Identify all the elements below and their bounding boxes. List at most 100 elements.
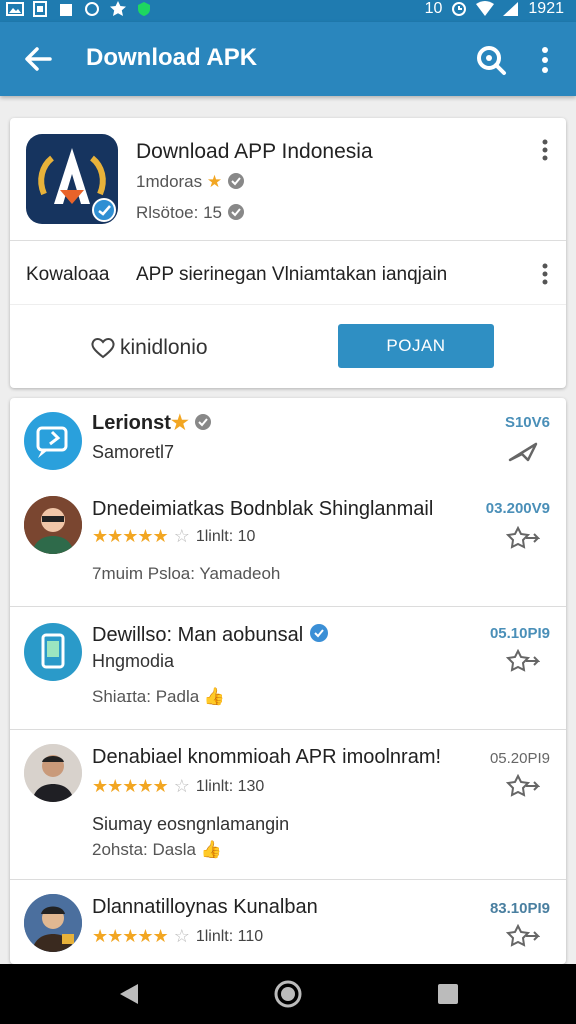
nav-home-icon[interactable] [274, 980, 302, 1008]
description-label: Kowaloaa [26, 264, 110, 285]
more-vert-icon[interactable] [538, 262, 552, 286]
nav-back-icon[interactable] [116, 980, 144, 1008]
item-time: 83.10PI9 [489, 900, 550, 917]
chat-bubble-icon [36, 426, 68, 458]
install-button[interactable]: POJAN [338, 324, 494, 368]
item-title: Dlannatilloynas Kunalban [92, 896, 318, 918]
item-meta-text: 2ohsta: Dasla [92, 840, 196, 859]
thumbs-up-icon[interactable]: 👍 [204, 687, 225, 706]
item-title: Lerionst★ [92, 410, 212, 435]
item-subtitle: Siumay eosngnlamangin [92, 814, 290, 834]
rating-text: 1linlt: 10 [195, 527, 256, 545]
wifi-icon [476, 1, 495, 16]
more-vert-icon[interactable] [538, 138, 552, 162]
list-item[interactable]: Denabiael knommioah APR imoolnram! ★★★★★… [10, 730, 566, 878]
app-release: Rlsötoe: 15 [136, 203, 245, 223]
rating-text: 1linlt: 130 [195, 777, 265, 795]
user-avatar [24, 894, 82, 952]
signal-icon [503, 2, 519, 16]
item-time: 05.10PI9 [489, 625, 550, 642]
star-filled-icon: ★★★★★ [92, 526, 169, 546]
item-time: 05.20PI9 [489, 750, 550, 767]
list-item[interactable]: Dlannatilloynas Kunalban ★★★★★ ☆ 1linlt: … [10, 880, 566, 964]
item-subtitle: Samoretl7 [92, 442, 175, 462]
release-text: Rlsötoe: 15 [136, 203, 222, 222]
list-item[interactable]: Dnedeimiatkas Bodnblak Shinglanmail ★★★★… [10, 486, 566, 606]
divider [10, 304, 566, 305]
item-meta-text: Shiaɪta: Padla [92, 687, 200, 706]
more-vert-icon[interactable] [536, 44, 554, 76]
app-avatar [24, 623, 82, 681]
verified-icon [227, 204, 244, 220]
star-filled-icon: ★★★★★ [92, 926, 169, 946]
gallery-icon [6, 2, 24, 16]
star-outline-icon[interactable] [506, 526, 540, 550]
star-icon [110, 1, 126, 16]
app-icon[interactable] [26, 134, 118, 224]
item-title: Dewillso: Man aobunsal [92, 623, 329, 647]
review-list-card: Lerionst★ Samoretl7 S10V6 Dnedeimiatkas … [10, 398, 566, 964]
item-title-text: Lerionst [92, 412, 171, 434]
app-logo-icon [38, 148, 116, 222]
description-text: APP sierinegan Vlniamtakan ianqjain [136, 264, 448, 285]
shield-icon [138, 2, 150, 16]
star-empty-icon: ☆ [173, 526, 190, 546]
rating-stars: ★★★★★ ☆ 1linlt: 130 [92, 776, 264, 797]
back-arrow-icon[interactable] [22, 44, 54, 74]
rating-text: 1linlt: 110 [195, 927, 264, 945]
page-title: Download APK [86, 44, 258, 71]
app-developer: 1mdoras ★ [136, 172, 245, 192]
verified-icon [309, 624, 328, 642]
item-title: Denabiael knommioah APR imoolnram! [92, 746, 442, 768]
alarm-icon [452, 2, 467, 16]
search-icon[interactable] [474, 44, 508, 76]
item-time: 03.200V9 [485, 500, 550, 517]
star-outline-icon[interactable] [506, 774, 540, 798]
item-title-text: Dewillso: Man aobunsal [92, 624, 304, 646]
publisher-name: kinidlonio [120, 336, 208, 359]
person-avatar-icon [24, 744, 82, 802]
chat-app-avatar [24, 412, 82, 470]
user-avatar [24, 744, 82, 802]
heart-icon [91, 338, 115, 359]
app-name: Download APP Indonesia [136, 140, 373, 163]
verified-icon [227, 173, 244, 189]
list-item[interactable]: Dewillso: Man aobunsal Hngmodia Shiaɪta:… [10, 607, 566, 729]
item-title: Dnedeimiatkas Bodnblak Shinglanmail [92, 498, 434, 520]
person-avatar-icon [24, 894, 82, 952]
bag-icon [60, 4, 72, 16]
app-info-card: Download APP Indonesia 1mdoras ★ Rlsötoe… [10, 118, 566, 388]
user-avatar [24, 496, 82, 554]
status-text: 10 [424, 0, 443, 17]
publisher-link[interactable]: kinidlonio [90, 336, 208, 360]
image-icon [33, 1, 47, 17]
rating-stars: ★★★★★ ☆ 1linlt: 110 [92, 926, 263, 947]
item-meta: 2ohsta: Dasla 👍 [92, 840, 222, 860]
status-bar: 10 1921 [0, 0, 576, 22]
star-outline-icon[interactable] [506, 649, 540, 673]
nav-recents-icon[interactable] [434, 980, 462, 1008]
list-item[interactable]: Lerionst★ Samoretl7 S10V6 [10, 398, 566, 494]
item-time: S10V6 [504, 414, 550, 431]
item-subtitle: Hngmodia [92, 651, 175, 671]
star-empty-icon: ☆ [173, 776, 190, 796]
item-meta: 7muim Psloa: Yamadeoh [92, 564, 281, 583]
system-nav-bar [0, 964, 576, 1024]
sync-icon [85, 2, 99, 16]
share-icon[interactable] [506, 440, 540, 464]
verified-icon [195, 414, 212, 430]
star-outline-icon[interactable] [506, 924, 540, 948]
star-filled-icon: ★★★★★ [92, 776, 169, 796]
star-badge-icon: ★ [170, 412, 189, 434]
thumbs-up-icon[interactable]: 👍 [201, 840, 222, 859]
person-avatar-icon [24, 496, 82, 554]
developer-name: 1mdoras [136, 172, 203, 191]
phone-icon [41, 633, 65, 669]
star-badge-icon: ★ [206, 172, 223, 191]
rating-stars: ★★★★★ ☆ 1linlt: 10 [92, 526, 255, 547]
app-bar: Download APK [0, 22, 576, 96]
star-empty-icon: ☆ [173, 926, 190, 946]
item-meta: Shiaɪta: Padla 👍 [92, 687, 225, 707]
divider [10, 240, 566, 241]
clock-text: 1921 [528, 0, 564, 17]
